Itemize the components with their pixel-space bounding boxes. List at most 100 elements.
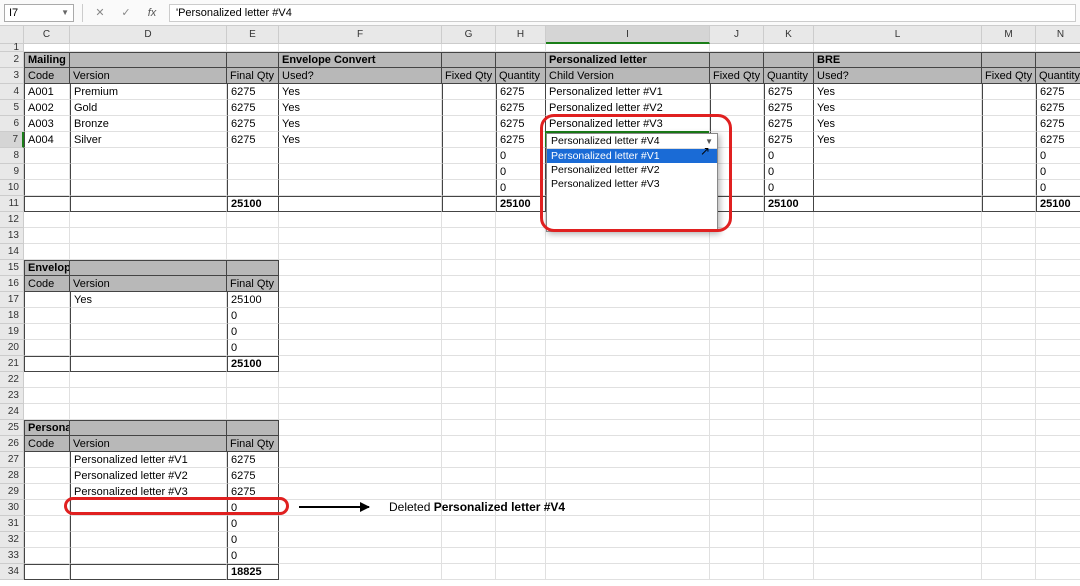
cell-G21[interactable]: [442, 356, 496, 372]
cell-I25[interactable]: [546, 420, 710, 436]
cell-I29[interactable]: [546, 484, 710, 500]
cell-D7[interactable]: Silver: [70, 132, 227, 148]
cell-E24[interactable]: [227, 404, 279, 420]
cell-F23[interactable]: [279, 388, 442, 404]
cell-M14[interactable]: [982, 244, 1036, 260]
cell-N11[interactable]: 25100: [1036, 196, 1080, 212]
cell-H19[interactable]: [496, 324, 546, 340]
cell-D1[interactable]: [70, 44, 227, 52]
cell-M5[interactable]: [982, 100, 1036, 116]
cell-E9[interactable]: [227, 164, 279, 180]
cell-K28[interactable]: [764, 468, 814, 484]
cell-D6[interactable]: Bronze: [70, 116, 227, 132]
cell-J24[interactable]: [710, 404, 764, 420]
cell-C27[interactable]: [24, 452, 70, 468]
cell-E16[interactable]: Final Qty: [227, 276, 279, 292]
cell-C18[interactable]: [24, 308, 70, 324]
cell-G9[interactable]: [442, 164, 496, 180]
cell-N3[interactable]: Quantity: [1036, 68, 1080, 84]
cell-F20[interactable]: [279, 340, 442, 356]
cell-L13[interactable]: [814, 228, 982, 244]
row-header-30[interactable]: 30: [0, 500, 24, 516]
cell-I4[interactable]: Personalized letter #V1: [546, 84, 710, 100]
cell-N23[interactable]: [1036, 388, 1080, 404]
cell-J12[interactable]: [710, 212, 764, 228]
cell-E34[interactable]: 18825: [227, 564, 279, 580]
cell-D9[interactable]: [70, 164, 227, 180]
cell-K18[interactable]: [764, 308, 814, 324]
cell-E10[interactable]: [227, 180, 279, 196]
cell-D5[interactable]: Gold: [70, 100, 227, 116]
cell-I34[interactable]: [546, 564, 710, 580]
data-validation-dropdown[interactable]: Personalized letter #V4 ▼ Personalized l…: [546, 133, 718, 232]
cell-L31[interactable]: [814, 516, 982, 532]
row-header-19[interactable]: 19: [0, 324, 24, 340]
cell-L21[interactable]: [814, 356, 982, 372]
cell-E31[interactable]: 0: [227, 516, 279, 532]
cell-K24[interactable]: [764, 404, 814, 420]
cell-D26[interactable]: Version: [70, 436, 227, 452]
cell-D31[interactable]: [70, 516, 227, 532]
cell-F11[interactable]: [279, 196, 442, 212]
cell-J32[interactable]: [710, 532, 764, 548]
cell-F3[interactable]: Used?: [279, 68, 442, 84]
cell-F34[interactable]: [279, 564, 442, 580]
cell-D24[interactable]: [70, 404, 227, 420]
cell-D2[interactable]: [70, 52, 227, 68]
cell-M25[interactable]: [982, 420, 1036, 436]
cell-E8[interactable]: [227, 148, 279, 164]
col-header-F[interactable]: F: [279, 26, 442, 44]
cell-K33[interactable]: [764, 548, 814, 564]
cell-I23[interactable]: [546, 388, 710, 404]
cell-L12[interactable]: [814, 212, 982, 228]
cell-H25[interactable]: [496, 420, 546, 436]
cell-N2[interactable]: [1036, 52, 1080, 68]
cell-F4[interactable]: Yes: [279, 84, 442, 100]
cell-H31[interactable]: [496, 516, 546, 532]
cell-K11[interactable]: 25100: [764, 196, 814, 212]
cell-M26[interactable]: [982, 436, 1036, 452]
cell-L15[interactable]: [814, 260, 982, 276]
cell-C23[interactable]: [24, 388, 70, 404]
cell-M1[interactable]: [982, 44, 1036, 52]
cell-H14[interactable]: [496, 244, 546, 260]
cell-M30[interactable]: [982, 500, 1036, 516]
cell-J10[interactable]: [710, 180, 764, 196]
cell-G10[interactable]: [442, 180, 496, 196]
cell-M8[interactable]: [982, 148, 1036, 164]
cell-I17[interactable]: [546, 292, 710, 308]
cell-K25[interactable]: [764, 420, 814, 436]
row-header-16[interactable]: 16: [0, 276, 24, 292]
cell-I26[interactable]: [546, 436, 710, 452]
cell-C8[interactable]: [24, 148, 70, 164]
cell-G14[interactable]: [442, 244, 496, 260]
cell-D12[interactable]: [70, 212, 227, 228]
cell-J9[interactable]: [710, 164, 764, 180]
cell-I22[interactable]: [546, 372, 710, 388]
cell-H15[interactable]: [496, 260, 546, 276]
cell-F5[interactable]: Yes: [279, 100, 442, 116]
cell-H28[interactable]: [496, 468, 546, 484]
cell-I31[interactable]: [546, 516, 710, 532]
cell-H2[interactable]: [496, 52, 546, 68]
cell-G6[interactable]: [442, 116, 496, 132]
cell-H6[interactable]: 6275: [496, 116, 546, 132]
cell-H16[interactable]: [496, 276, 546, 292]
cell-L23[interactable]: [814, 388, 982, 404]
cell-J13[interactable]: [710, 228, 764, 244]
cell-D19[interactable]: [70, 324, 227, 340]
cell-H5[interactable]: 6275: [496, 100, 546, 116]
cell-N31[interactable]: [1036, 516, 1080, 532]
cell-I27[interactable]: [546, 452, 710, 468]
cell-K30[interactable]: [764, 500, 814, 516]
cell-L18[interactable]: [814, 308, 982, 324]
cell-C34[interactable]: [24, 564, 70, 580]
cell-L14[interactable]: [814, 244, 982, 260]
cell-I33[interactable]: [546, 548, 710, 564]
cell-I21[interactable]: [546, 356, 710, 372]
cell-G3[interactable]: Fixed Qty: [442, 68, 496, 84]
cell-M24[interactable]: [982, 404, 1036, 420]
row-header-24[interactable]: 24: [0, 404, 24, 420]
cell-D8[interactable]: [70, 148, 227, 164]
cell-C14[interactable]: [24, 244, 70, 260]
